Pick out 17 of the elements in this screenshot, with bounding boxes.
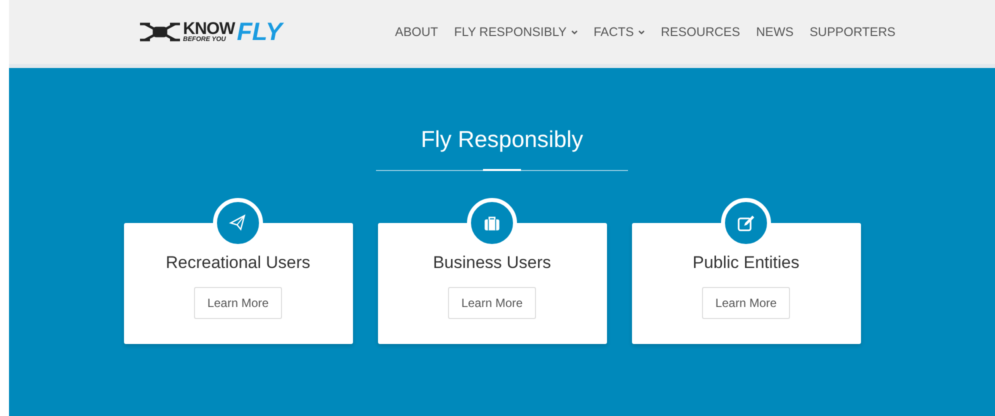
- learn-more-button[interactable]: Learn More: [448, 286, 536, 319]
- card-title: Recreational Users: [166, 252, 310, 273]
- nav-link[interactable]: NEWS: [748, 22, 802, 42]
- card-title: Public Entities: [692, 252, 800, 273]
- section-title: Fly Responsibly: [420, 126, 584, 154]
- learn-more-button[interactable]: Learn More: [194, 286, 282, 319]
- chevron-down-icon: [638, 30, 645, 34]
- logo-text: KNOW: [183, 20, 235, 38]
- nav-link[interactable]: FLY RESPONSIBLY: [446, 22, 586, 42]
- logo-text: FLY: [236, 20, 282, 44]
- card-title: Business Users: [432, 252, 552, 273]
- nav-link[interactable]: FACTS: [586, 22, 653, 42]
- learn-more-button[interactable]: Learn More: [702, 286, 790, 319]
- chevron-down-icon: [570, 30, 578, 34]
- nav-link[interactable]: SUPPORTERS: [802, 22, 904, 42]
- nav-link[interactable]: RESOURCES: [652, 22, 748, 42]
- nav-link[interactable]: ABOUT: [387, 22, 446, 42]
